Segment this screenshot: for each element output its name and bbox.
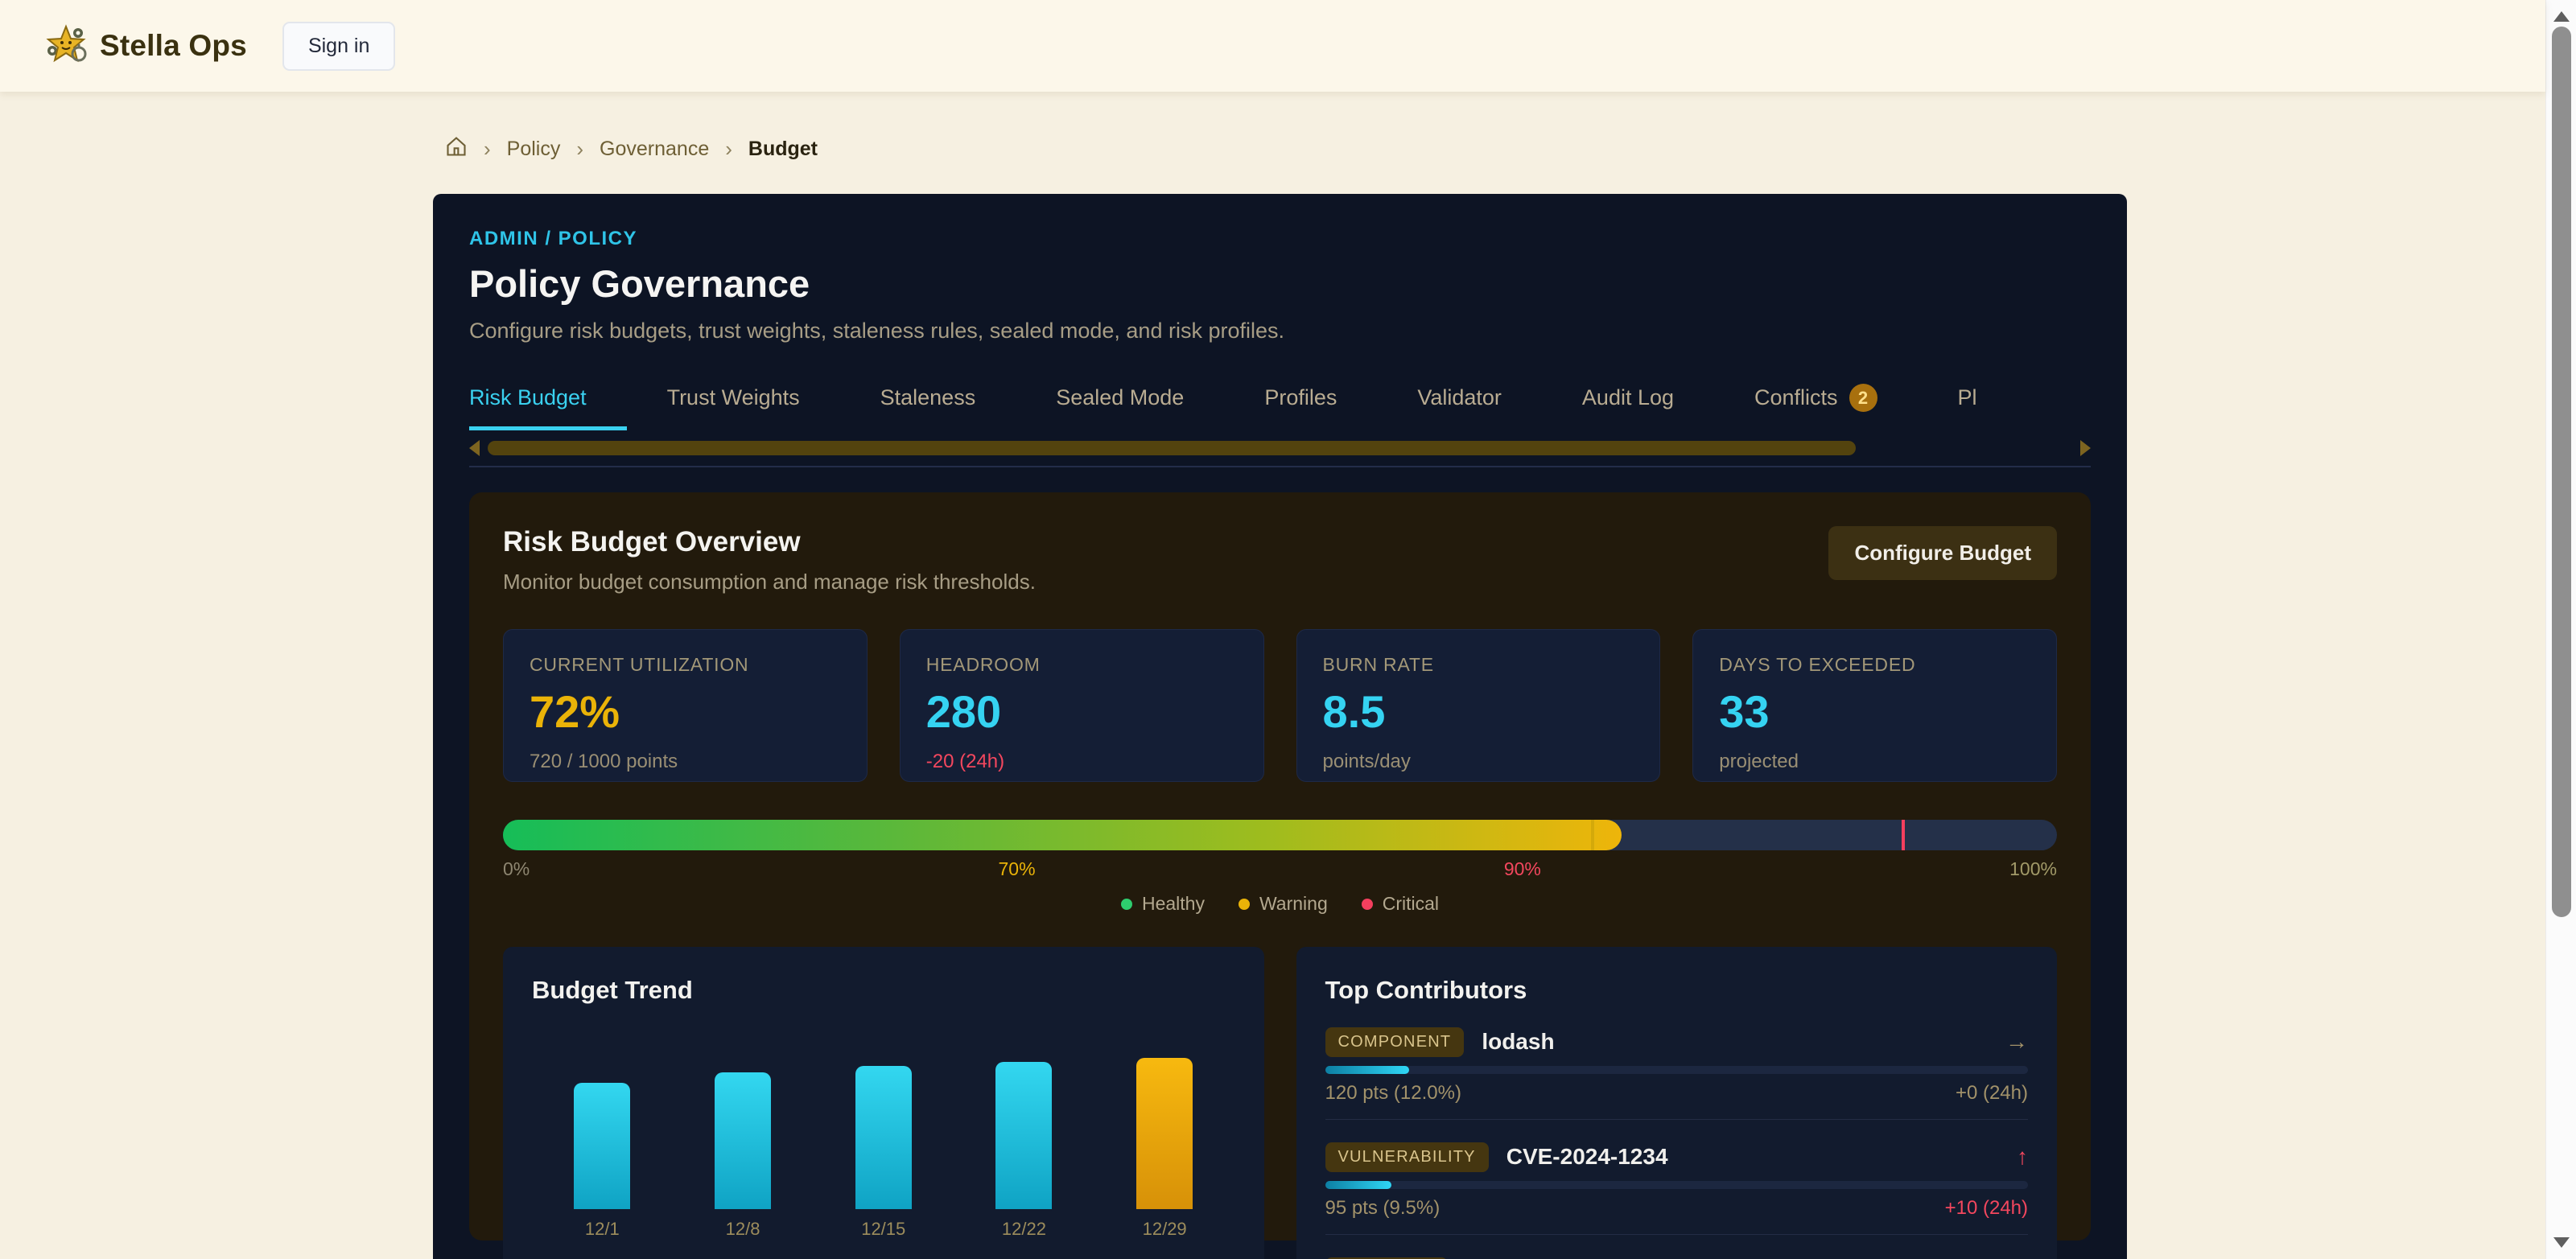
stat-burn-rate: BURN RATE 8.5 points/day xyxy=(1296,629,1661,782)
contributor-row-lodash[interactable]: COMPONENT lodash → 120 pts (12.0%) +0 (2… xyxy=(1325,1027,2029,1120)
tab-validator[interactable]: Validator xyxy=(1377,384,1542,430)
tab-scrollbar-track[interactable] xyxy=(484,441,2075,455)
legend-healthy: Healthy xyxy=(1121,893,1205,915)
tab-divider xyxy=(469,466,2091,467)
contribution-bar xyxy=(1325,1066,2029,1074)
type-badge: COMPONENT xyxy=(1325,1027,1465,1057)
threshold-marker-70 xyxy=(1591,820,1594,850)
breadcrumb-separator: › xyxy=(576,137,583,162)
stat-value: 8.5 xyxy=(1323,685,1634,738)
sign-in-button[interactable]: Sign in xyxy=(282,22,395,71)
legend-critical: Critical xyxy=(1362,893,1439,915)
breadcrumb-policy[interactable]: Policy xyxy=(507,138,561,161)
breadcrumb-separator: › xyxy=(725,137,732,162)
label-70: 70% xyxy=(999,858,1036,880)
home-icon[interactable] xyxy=(445,135,468,163)
page-scrollbar-thumb[interactable] xyxy=(2552,27,2571,917)
overview-title: Risk Budget Overview xyxy=(503,526,1036,558)
stat-headroom: HEADROOM 280 -20 (24h) xyxy=(900,629,1264,782)
budget-trend-title: Budget Trend xyxy=(532,976,1235,1005)
warning-dot-icon xyxy=(1239,899,1250,910)
scroll-down-icon[interactable] xyxy=(2553,1237,2570,1248)
contribution-bar xyxy=(1325,1181,2029,1189)
contributor-row-cve-2024-1234[interactable]: VULNERABILITY CVE-2024-1234 ↑ 95 pts (9.… xyxy=(1325,1142,2029,1235)
policy-governance-screen: Stella Ops Sign in › Policy › Governance… xyxy=(0,0,2576,1259)
trend-bar-12-22 xyxy=(995,1062,1052,1209)
contribution-points: 120 pts (12.0%) xyxy=(1325,1082,1461,1105)
contributor-name: CVE-2024-1234 xyxy=(1506,1144,1668,1170)
stat-current-utilization: CURRENT UTILIZATION 72% 720 / 1000 point… xyxy=(503,629,868,782)
tab-conflicts[interactable]: Conflicts 2 xyxy=(1714,384,1918,430)
utilization-progress-bar xyxy=(503,820,2057,850)
brand[interactable]: Stella Ops xyxy=(45,23,247,69)
tab-audit-log[interactable]: Audit Log xyxy=(1542,384,1714,430)
tab-staleness[interactable]: Staleness xyxy=(840,384,1016,430)
row-divider xyxy=(1325,1234,2029,1235)
trend-bar-12-8 xyxy=(715,1072,771,1209)
page-subtitle: Configure risk budgets, trust weights, s… xyxy=(469,319,2091,344)
status-legend: Healthy Warning Critical xyxy=(503,893,2057,915)
stats-grid: CURRENT UTILIZATION 72% 720 / 1000 point… xyxy=(503,629,2057,782)
type-badge: VULNERABILITY xyxy=(1325,1142,1489,1172)
contribution-delta: +10 (24h) xyxy=(1945,1197,2028,1220)
label-0: 0% xyxy=(503,858,530,880)
tab-scrollbar xyxy=(469,440,2091,456)
trend-flat-icon: → xyxy=(2005,1029,2028,1055)
budget-trend-x-axis: 12/1 12/8 12/15 12/22 12/29 xyxy=(532,1219,1235,1240)
scroll-up-icon[interactable] xyxy=(2553,11,2570,22)
tab-profiles[interactable]: Profiles xyxy=(1224,384,1377,430)
contributor-name: lodash xyxy=(1482,1029,1554,1055)
breadcrumb-current: Budget xyxy=(748,138,818,161)
budget-trend-chart xyxy=(532,1058,1235,1209)
top-contributors-title: Top Contributors xyxy=(1325,976,2029,1005)
page-title: Policy Governance xyxy=(469,261,2091,306)
row-divider xyxy=(1325,1119,2029,1120)
tab-scroll-right-icon[interactable] xyxy=(2080,440,2091,456)
trend-bar-12-1 xyxy=(574,1083,630,1209)
stat-sub: 720 / 1000 points xyxy=(530,751,841,773)
tab-bar: Risk Budget Trust Weights Staleness Seal… xyxy=(469,384,2091,430)
conflicts-count-badge: 2 xyxy=(1849,384,1877,412)
stat-sub: -20 (24h) xyxy=(926,751,1238,773)
configure-budget-button[interactable]: Configure Budget xyxy=(1828,526,2057,580)
tab-trust-weights[interactable]: Trust Weights xyxy=(627,384,840,430)
contribution-points: 95 pts (9.5%) xyxy=(1325,1197,1440,1220)
trend-bar-12-15 xyxy=(855,1066,912,1209)
top-contributors-card: Top Contributors COMPONENT lodash → 120 … xyxy=(1296,947,2058,1259)
overview-subtitle: Monitor budget consumption and manage ri… xyxy=(503,570,1036,595)
tab-risk-budget[interactable]: Risk Budget xyxy=(469,384,627,430)
legend-warning: Warning xyxy=(1239,893,1328,915)
label-90: 90% xyxy=(1504,858,1541,880)
stella-logo-icon xyxy=(45,23,87,69)
trend-up-icon: ↑ xyxy=(2017,1144,2028,1170)
stat-days-to-exceeded: DAYS TO EXCEEDED 33 projected xyxy=(1692,629,2057,782)
risk-budget-overview-card: Risk Budget Overview Monitor budget cons… xyxy=(469,492,2091,1240)
stat-sub: points/day xyxy=(1323,751,1634,773)
threshold-marker-90 xyxy=(1902,820,1905,850)
page-eyebrow: ADMIN / POLICY xyxy=(469,228,2091,250)
tab-sealed-mode[interactable]: Sealed Mode xyxy=(1016,384,1224,430)
topbar: Stella Ops Sign in xyxy=(0,0,2545,92)
budget-trend-card: Budget Trend 12/1 12/8 12/15 12/22 12/29 xyxy=(503,947,1264,1259)
tab-scrollbar-thumb[interactable] xyxy=(488,441,1856,455)
stat-sub: projected xyxy=(1719,751,2030,773)
stat-value: 33 xyxy=(1719,685,2030,738)
healthy-dot-icon xyxy=(1121,899,1132,910)
main-panel: ADMIN / POLICY Policy Governance Configu… xyxy=(433,194,2127,1259)
utilization-labels: 0% 70% 90% 100% xyxy=(503,858,2057,880)
breadcrumb-separator: › xyxy=(484,137,491,162)
breadcrumb: › Policy › Governance › Budget xyxy=(445,135,818,163)
label-100: 100% xyxy=(2009,858,2057,880)
trend-bar-12-29 xyxy=(1136,1058,1193,1209)
utilization-fill xyxy=(503,820,1622,850)
tab-scroll-left-icon[interactable] xyxy=(469,440,480,456)
tab-clipped[interactable]: Pl xyxy=(1918,384,2018,430)
page-scrollbar xyxy=(2545,0,2576,1259)
stat-value: 72% xyxy=(530,685,841,738)
critical-dot-icon xyxy=(1362,899,1373,910)
breadcrumb-governance[interactable]: Governance xyxy=(600,138,709,161)
brand-name: Stella Ops xyxy=(100,29,247,63)
stat-value: 280 xyxy=(926,685,1238,738)
contribution-delta: +0 (24h) xyxy=(1956,1082,2028,1105)
